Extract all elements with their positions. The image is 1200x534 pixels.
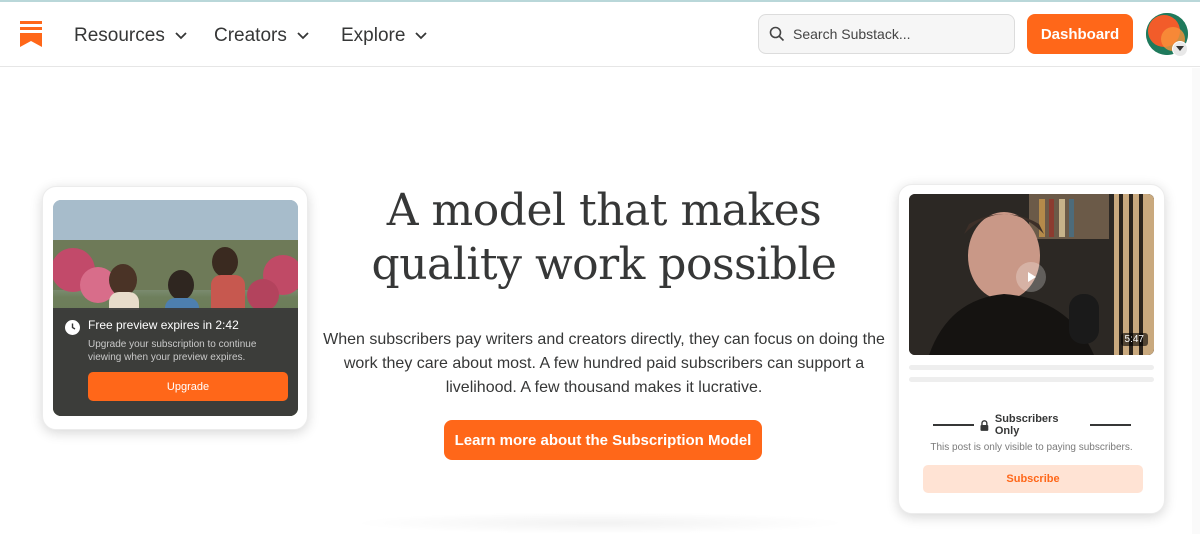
subscribers-only-text: Subscribers Only bbox=[994, 413, 1059, 437]
search-icon bbox=[769, 26, 785, 42]
preview-card: Free preview expires in 2:42 Upgrade you… bbox=[42, 186, 308, 430]
paywall-note: This post is only visible to paying subs… bbox=[930, 442, 1133, 453]
divider bbox=[933, 424, 975, 426]
chevron-down-icon bbox=[415, 32, 428, 40]
divider bbox=[1089, 424, 1131, 426]
skeleton-line bbox=[909, 377, 1154, 382]
top-navigation: Resources Creators Explore Dashboard bbox=[0, 2, 1200, 67]
decorative-shadow bbox=[350, 512, 850, 534]
hero-description: When subscribers pay writers and creator… bbox=[323, 331, 885, 396]
video-duration: 5:47 bbox=[1120, 333, 1148, 346]
avatar-menu-chevron-icon[interactable] bbox=[1172, 41, 1188, 57]
play-icon[interactable] bbox=[1016, 262, 1046, 292]
lock-icon bbox=[980, 419, 989, 431]
nav-explore-label: Explore bbox=[341, 25, 406, 46]
substack-logo-icon[interactable] bbox=[20, 21, 42, 47]
upgrade-button[interactable]: Upgrade bbox=[88, 372, 288, 401]
chevron-down-icon bbox=[297, 32, 309, 40]
nav-creators[interactable]: Creators bbox=[214, 22, 309, 50]
dashboard-button[interactable]: Dashboard bbox=[1027, 14, 1133, 54]
skeleton-line bbox=[909, 365, 1154, 370]
search-box[interactable] bbox=[758, 14, 1015, 54]
preview-subtitle: Upgrade your subscription to continue vi… bbox=[88, 339, 257, 363]
chevron-down-icon bbox=[175, 32, 187, 40]
nav-resources-label: Resources bbox=[74, 25, 165, 46]
search-input[interactable] bbox=[793, 26, 993, 42]
scrollbar-track[interactable] bbox=[1192, 68, 1200, 534]
nav-creators-label: Creators bbox=[214, 25, 287, 46]
subscribers-only-label: Subscribers Only bbox=[933, 413, 1131, 437]
subscriber-post-card: 5:47 Subscribers Only This post is only … bbox=[898, 184, 1165, 514]
clock-icon bbox=[65, 320, 80, 335]
subscribe-button[interactable]: Subscribe bbox=[923, 465, 1143, 493]
video-thumbnail[interactable]: 5:47 bbox=[909, 194, 1154, 355]
nav-explore[interactable]: Explore bbox=[341, 22, 428, 50]
nav-resources[interactable]: Resources bbox=[74, 22, 187, 50]
subscription-model-button[interactable]: Learn more about the Subscription Model bbox=[444, 420, 762, 460]
preview-title: Free preview expires in 2:42 bbox=[88, 318, 239, 332]
page-title: A model that makes quality work possible bbox=[371, 185, 837, 290]
